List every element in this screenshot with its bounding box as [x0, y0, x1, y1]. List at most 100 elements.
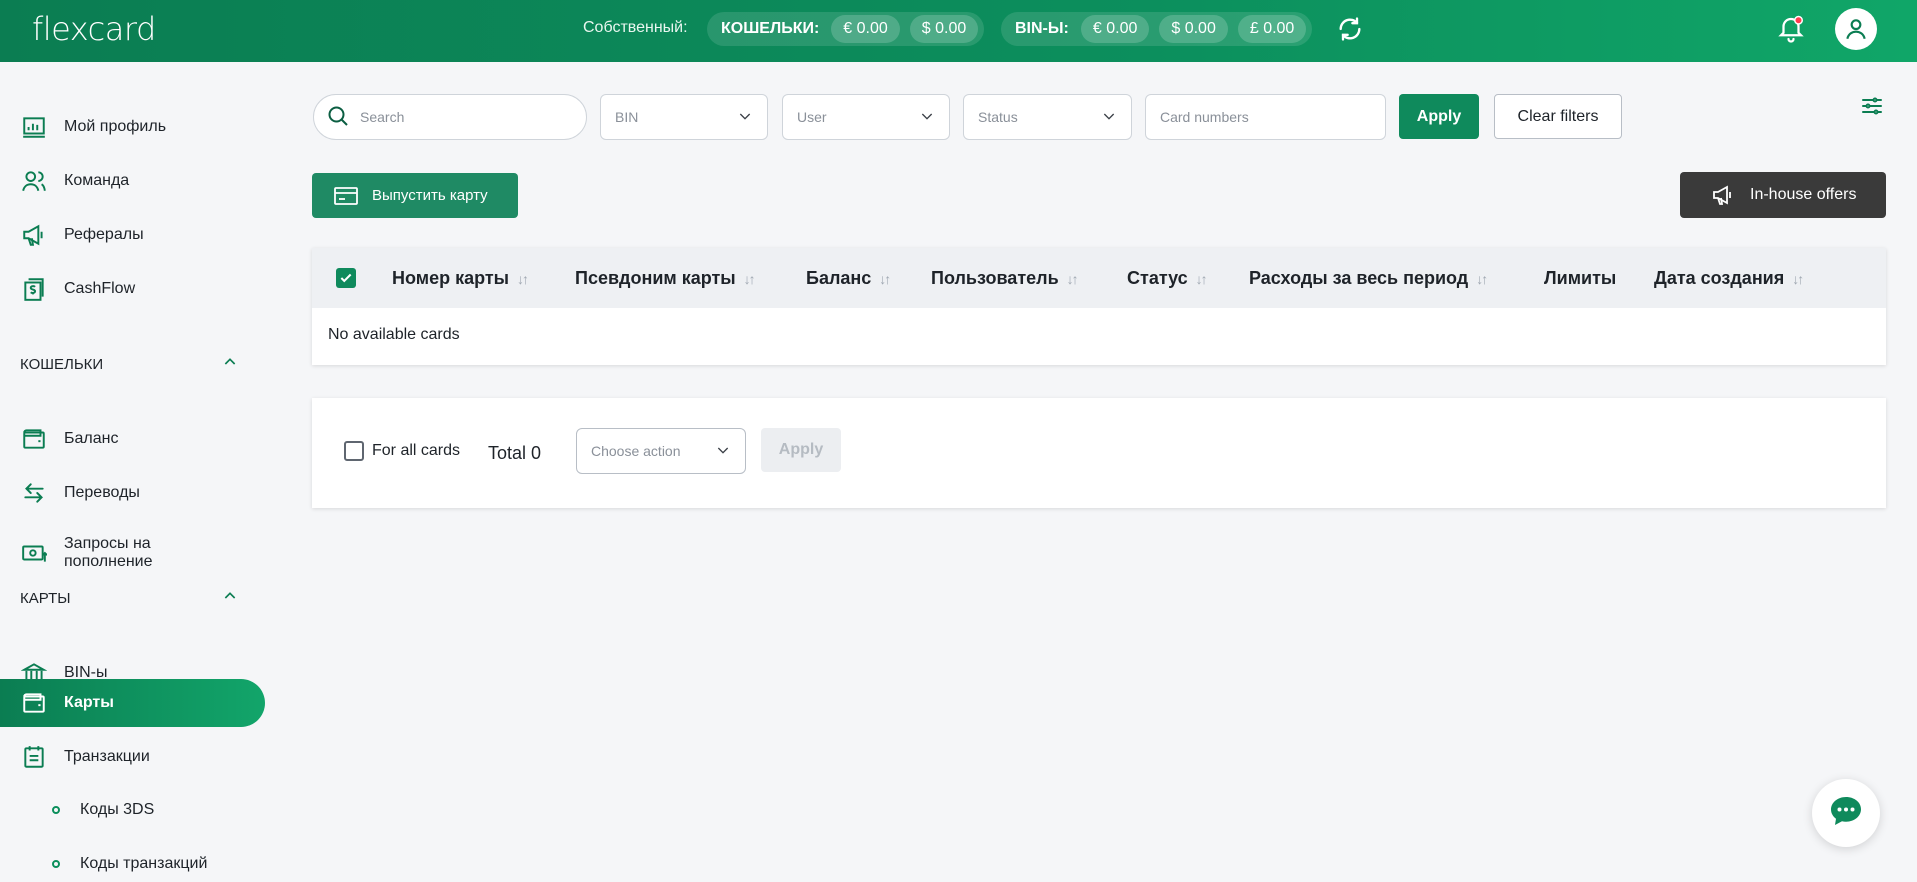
choose-action-placeholder: Choose action — [591, 443, 681, 459]
bulk-actions-panel: For all cards Total 0 Choose action Appl… — [312, 398, 1886, 508]
search-input[interactable]: Search — [313, 94, 587, 140]
sort-icon: ↓↑ — [1792, 270, 1804, 287]
logo[interactable]: flexcard — [32, 10, 156, 48]
column-user[interactable]: Пользователь ↓↑ — [931, 268, 1079, 289]
column-label: Статус — [1127, 268, 1188, 288]
user-avatar[interactable] — [1835, 8, 1877, 50]
for-all-cards-checkbox[interactable] — [344, 441, 364, 461]
sidebar-item-label: Мой профиль — [64, 118, 167, 135]
chevron-down-icon — [715, 442, 731, 461]
bulk-apply-button[interactable]: Apply — [761, 428, 841, 472]
status-select-value: Status — [978, 109, 1018, 125]
wallets-label: КОШЕЛЬКИ: — [721, 20, 820, 37]
card-icon — [334, 186, 358, 206]
apply-filters-button[interactable]: Apply — [1399, 94, 1479, 139]
in-house-offers-button[interactable]: In-house offers — [1680, 172, 1886, 218]
sidebar-item-cashflow[interactable]: CashFlow — [0, 265, 265, 313]
sidebar-item-team[interactable]: Команда — [0, 157, 265, 205]
wallets-section-header[interactable]: КОШЕЛЬКИ — [20, 354, 238, 374]
sidebar-subitem-transaction-codes[interactable]: Коды транзакций — [52, 855, 207, 873]
owned-label: Собственный: — [583, 19, 688, 36]
sort-icon: ↓↑ — [879, 270, 891, 287]
profile-chart-icon — [20, 113, 48, 141]
sidebar-item-label: Карты — [64, 694, 114, 711]
column-status[interactable]: Статус ↓↑ — [1127, 268, 1208, 289]
column-limits: Лимиты — [1544, 268, 1616, 289]
bin-usd-balance: $ 0.00 — [1159, 15, 1228, 43]
sidebar-item-label: Транзакции — [64, 748, 150, 765]
filter-settings-icon[interactable] — [1860, 93, 1884, 119]
column-balance[interactable]: Баланс ↓↑ — [806, 268, 891, 289]
column-label: Дата создания — [1654, 268, 1785, 288]
column-total-spend[interactable]: Расходы за весь период ↓↑ — [1249, 268, 1488, 289]
sidebar-item-label: Рефералы — [64, 226, 144, 243]
sidebar: Мой профиль Команда Рефералы CashFlow КО… — [0, 62, 270, 882]
column-card-alias[interactable]: Псевдоним карты ↓↑ — [575, 268, 756, 289]
wallets-summary: КОШЕЛЬКИ: € 0.00 $ 0.00 — [707, 12, 985, 46]
top-bar: flexcard Собственный: КОШЕЛЬКИ: € 0.00 $… — [0, 0, 1917, 62]
bin-select-value: BIN — [615, 109, 639, 125]
sidebar-item-cards[interactable]: Карты — [0, 679, 265, 727]
sidebar-item-transfers[interactable]: Переводы — [0, 469, 265, 517]
search-icon — [326, 104, 350, 131]
sort-icon: ↓↑ — [517, 270, 529, 287]
sidebar-item-topup-requests[interactable]: Запросы на пополнение — [0, 523, 265, 583]
column-label: Пользователь — [931, 268, 1059, 288]
sidebar-subitem-label: Коды транзакций — [80, 855, 208, 872]
choose-action-select[interactable]: Choose action — [576, 428, 746, 474]
card-numbers-placeholder: Card numbers — [1160, 109, 1249, 125]
bullet-dot-icon — [52, 806, 60, 814]
bullet-dot-icon — [52, 860, 60, 868]
select-all-checkbox[interactable] — [336, 268, 356, 288]
in-house-offers-label: In-house offers — [1750, 186, 1857, 203]
support-chat-button[interactable] — [1812, 779, 1880, 847]
sidebar-item-label: Команда — [64, 172, 130, 189]
for-all-cards-label[interactable]: For all cards — [372, 442, 460, 460]
topup-icon — [20, 539, 48, 567]
sidebar-item-profile[interactable]: Мой профиль — [0, 103, 265, 151]
chevron-down-icon — [1101, 108, 1117, 127]
sidebar-item-transactions[interactable]: Транзакции — [0, 733, 265, 781]
wallet-icon — [20, 425, 48, 453]
cards-section-header[interactable]: КАРТЫ — [20, 588, 238, 608]
section-title: КАРТЫ — [20, 589, 71, 607]
search-placeholder: Search — [360, 109, 405, 125]
notifications-bell-icon[interactable] — [1776, 14, 1806, 44]
refresh-icon[interactable] — [1336, 15, 1364, 43]
column-card-number[interactable]: Номер карты ↓↑ — [392, 268, 529, 289]
bins-label: BIN-Ы: — [1015, 20, 1069, 37]
sidebar-item-label: Баланс — [64, 430, 119, 447]
user-select[interactable]: User — [782, 94, 950, 140]
issue-card-button[interactable]: Выпустить карту — [312, 173, 518, 218]
card-numbers-input[interactable]: Card numbers — [1145, 94, 1386, 140]
column-label: Расходы за весь период — [1249, 268, 1469, 288]
sidebar-item-referrals[interactable]: Рефералы — [0, 211, 265, 259]
empty-state-text: No available cards — [328, 326, 460, 343]
column-created-date[interactable]: Дата создания ↓↑ — [1654, 268, 1804, 289]
sidebar-item-label: CashFlow — [64, 280, 136, 297]
status-select[interactable]: Status — [963, 94, 1132, 140]
clear-filters-button[interactable]: Clear filters — [1494, 94, 1622, 139]
column-label: Баланс — [806, 268, 872, 288]
bin-eur-balance: € 0.00 — [1080, 15, 1150, 43]
sort-icon: ↓↑ — [1476, 270, 1488, 287]
bin-select[interactable]: BIN — [600, 94, 768, 140]
section-title: КОШЕЛЬКИ — [20, 355, 104, 373]
transactions-icon — [20, 743, 48, 771]
column-label: Псевдоним карты — [575, 268, 736, 288]
issue-card-label: Выпустить карту — [372, 187, 488, 204]
column-label: Номер карты — [392, 268, 510, 288]
bin-gbp-balance: £ 0.00 — [1237, 15, 1307, 43]
user-select-value: User — [797, 109, 827, 125]
sidebar-item-balance[interactable]: Баланс — [0, 415, 265, 463]
megaphone-icon — [20, 221, 48, 249]
sidebar-subitem-3ds-codes[interactable]: Коды 3DS — [52, 801, 154, 819]
column-label: Лимиты — [1544, 268, 1617, 288]
cashflow-icon — [20, 275, 48, 303]
sort-icon: ↓↑ — [1195, 270, 1208, 287]
chevron-down-icon — [919, 108, 935, 127]
chevron-down-icon — [737, 108, 753, 127]
sidebar-subitem-label: Коды 3DS — [80, 801, 155, 818]
team-icon — [20, 167, 48, 195]
total-count: Total 0 — [488, 443, 542, 463]
